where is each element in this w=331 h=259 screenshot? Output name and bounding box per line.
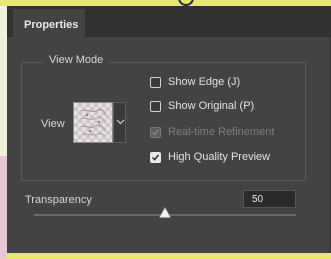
thumbnail-pattern-icon (79, 109, 107, 137)
checkbox-real-time-refinement (150, 127, 161, 138)
view-mode-thumbnail[interactable] (73, 102, 113, 143)
tab-properties[interactable]: Properties (13, 9, 85, 37)
canvas-edge (0, 6, 7, 259)
option-label: Show Original (P) (168, 100, 255, 112)
checkmark-icon (152, 129, 160, 136)
option-label: Show Edge (J) (168, 76, 241, 88)
option-label: Real-time Refinement (168, 126, 275, 138)
transparency-input[interactable]: 50 (243, 190, 296, 208)
canvas-edge-pink (0, 156, 7, 259)
view-label: View (41, 118, 65, 130)
properties-panel: Properties View Mode View Show Edge (J) … (7, 6, 331, 253)
checkbox-show-original[interactable] (150, 101, 161, 112)
transparency-label: Transparency (25, 194, 92, 206)
checkbox-show-edge[interactable] (150, 77, 161, 88)
panel-tab-bar: Properties (7, 6, 331, 37)
view-mode-title: View Mode (44, 54, 109, 66)
checkmark-icon (151, 154, 160, 161)
checkbox-high-quality-preview[interactable] (150, 152, 161, 163)
option-label: High Quality Preview (168, 151, 271, 163)
view-mode-dropdown-button[interactable] (113, 102, 126, 143)
tab-properties-label: Properties (24, 19, 79, 31)
slider-handle-icon[interactable] (159, 207, 171, 218)
chevron-down-icon (116, 119, 125, 125)
